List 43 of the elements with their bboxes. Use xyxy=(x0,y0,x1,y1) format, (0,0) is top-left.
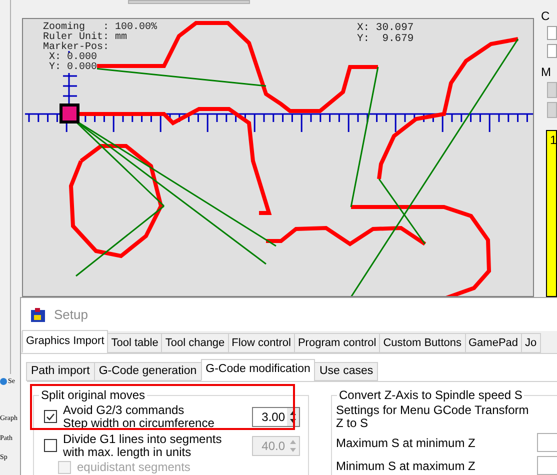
group-title: Convert Z-Axis to Spindle speed S xyxy=(337,388,524,402)
marker-y-text: Y: 0.000 xyxy=(49,63,98,73)
cursor-x-text: X: 30.097 xyxy=(357,23,414,34)
info-text: Marker-Pos: xyxy=(43,43,110,53)
tab[interactable]: Use cases xyxy=(314,362,378,381)
tab[interactable]: Tool table xyxy=(107,333,162,353)
app-icon xyxy=(0,378,7,385)
side-button[interactable] xyxy=(547,102,557,118)
cursor-y-text: Y: 9.679 xyxy=(357,34,414,45)
tab[interactable]: Path import xyxy=(26,362,95,381)
group-label: C xyxy=(541,10,551,22)
input-field[interactable] xyxy=(537,456,557,475)
check-icon xyxy=(46,412,55,420)
tab[interactable]: Program control xyxy=(294,333,380,353)
input-field[interactable] xyxy=(547,26,557,40)
marker-icon xyxy=(60,104,80,124)
number-spinner[interactable]: 3.00 xyxy=(252,406,300,426)
option-label: Avoid G2/3 commands Step width on circumference xyxy=(63,404,214,430)
window-title: Setup xyxy=(54,306,88,324)
checkbox[interactable] xyxy=(44,410,57,423)
field-label: Maximum S at minimum Z xyxy=(336,434,476,452)
input-field[interactable] xyxy=(537,433,557,452)
group-label: M xyxy=(541,66,552,78)
tab[interactable]: Custom Buttons xyxy=(379,333,466,353)
tab[interactable]: Graphics Import xyxy=(22,330,108,353)
info-text: Ruler Unit: mm xyxy=(43,33,128,43)
marker-x-text: X: 0.000 xyxy=(49,53,98,63)
tab[interactable]: G-Code modification xyxy=(200,359,316,381)
code-text: 1 xyxy=(550,133,557,147)
tab[interactable]: Tool change xyxy=(161,333,229,353)
group-title: Split original moves xyxy=(39,388,148,402)
tab[interactable]: Flow control xyxy=(228,333,295,353)
side-button[interactable] xyxy=(547,82,557,98)
info-text: Zooming : 100.00% xyxy=(43,23,158,33)
input-field[interactable] xyxy=(547,44,557,58)
option-label: Divide G1 lines into segments with max. length in units xyxy=(63,432,222,458)
group-description: Settings for Menu GCode Transform Z to S xyxy=(336,404,530,430)
tab[interactable]: Jo xyxy=(521,333,541,353)
tab[interactable]: G-Code generation xyxy=(94,362,202,381)
tab[interactable]: GamePad xyxy=(464,333,522,353)
option-label: equidistant segments xyxy=(77,460,190,474)
app-icon xyxy=(30,306,46,322)
field-label: Minimum S at maximum Z xyxy=(336,458,476,474)
